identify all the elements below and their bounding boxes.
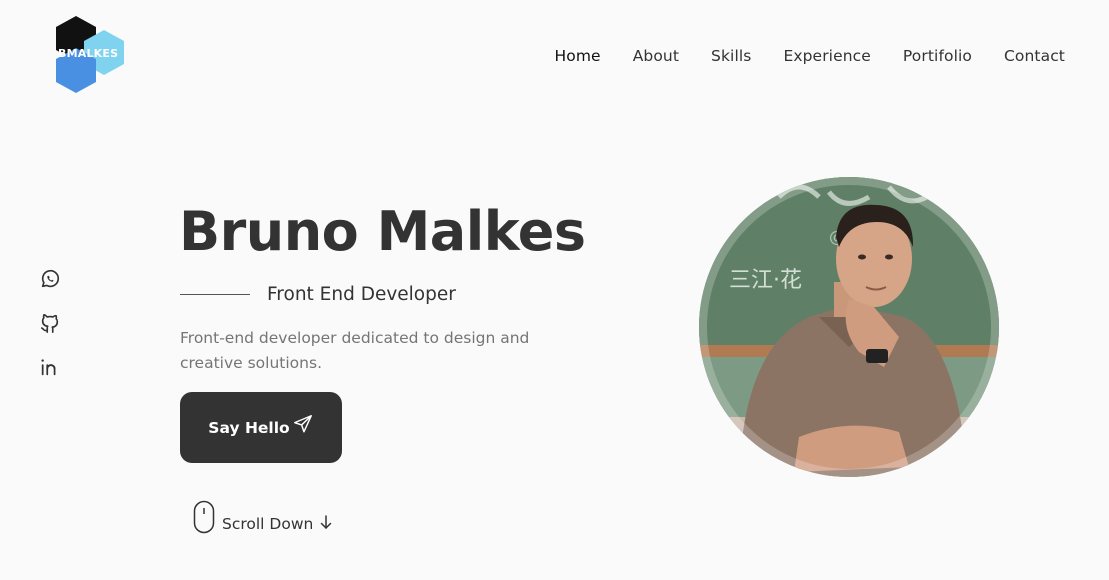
whatsapp-icon[interactable] [39,268,61,290]
logo-text: BMALKES [58,47,119,60]
hero-subtitle-row: Front End Developer [180,284,456,305]
scroll-down-link[interactable]: Scroll Down [193,500,333,534]
nav-experience[interactable]: Experience [783,47,870,65]
say-hello-button[interactable]: Say Hello [180,392,342,463]
linkedin-icon[interactable] [39,356,61,378]
nav-skills[interactable]: Skills [711,47,751,65]
social-links [39,268,61,378]
hero-subtitle: Front End Developer [267,284,456,305]
scroll-down-label: Scroll Down [222,515,314,533]
profile-photo-image: 三江·花 @ [699,177,999,477]
hero-name: Bruno Malkes [179,200,586,263]
nav-contact[interactable]: Contact [1004,47,1065,65]
nav-portfolio[interactable]: Portifolio [903,47,972,65]
profile-photo: 三江·花 @ [699,177,999,477]
mouse-icon [193,500,215,534]
hero-description: Front-end developer dedicated to design … [180,329,530,372]
subtitle-divider [180,294,250,295]
say-hello-label: Say Hello [208,418,290,437]
main-nav: Home About Skills Experience Portifolio … [523,47,1065,65]
logo[interactable]: BMALKES [52,16,128,94]
svg-text:三江·花: 三江·花 [729,268,802,293]
arrow-down-icon [321,515,332,530]
nav-about[interactable]: About [633,47,679,65]
send-icon [293,414,312,433]
nav-home[interactable]: Home [555,47,601,65]
github-icon[interactable] [39,312,61,334]
